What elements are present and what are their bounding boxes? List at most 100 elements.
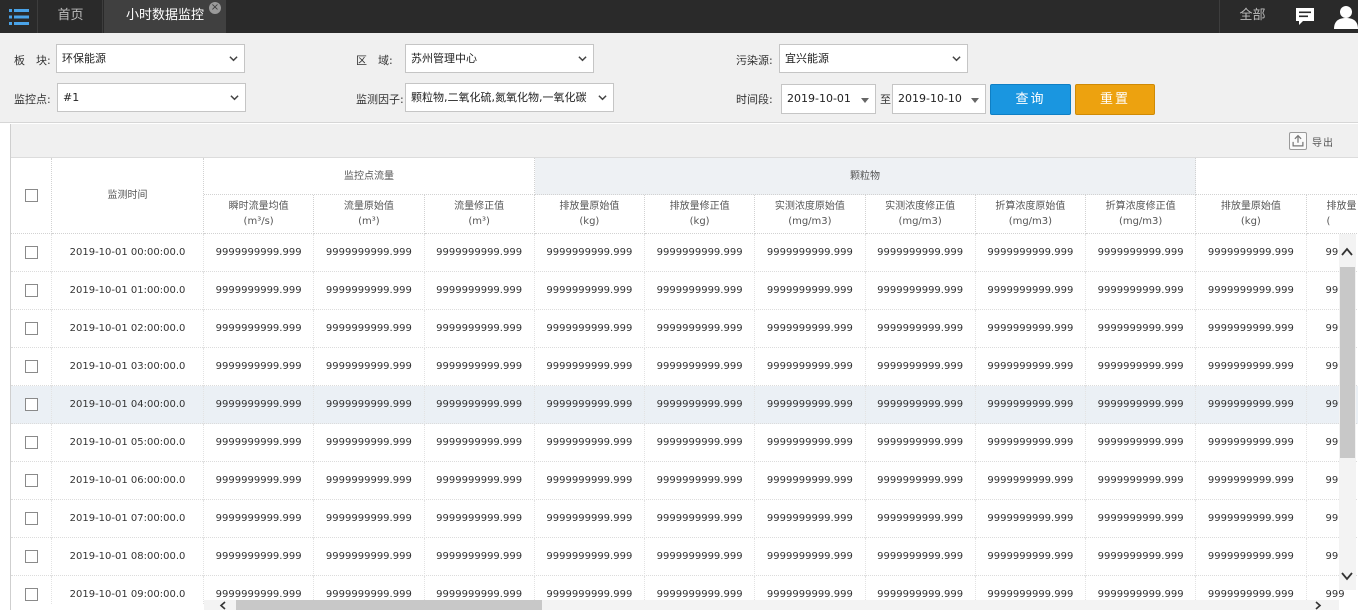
row-checkbox[interactable] bbox=[25, 550, 38, 563]
value-cell: 9999999999.999 bbox=[645, 538, 756, 576]
tab-hourly-monitor[interactable]: 小时数据监控 × bbox=[104, 0, 226, 33]
region-select[interactable]: 苏州管理中心 bbox=[405, 44, 594, 73]
table-row[interactable]: 2019-10-01 07:00:00.0 9999999999.999 99999… bbox=[11, 500, 1358, 538]
value-cell: 9999999999.999 bbox=[314, 310, 425, 348]
chevron-down-icon bbox=[230, 95, 239, 101]
vertical-scroll-thumb[interactable] bbox=[1340, 267, 1355, 458]
close-icon[interactable]: × bbox=[209, 2, 221, 14]
value-cell: 9999999999.999 bbox=[645, 500, 756, 538]
row-checkbox-cell bbox=[11, 462, 52, 500]
top-bar: 首页 小时数据监控 × 全部 bbox=[0, 0, 1358, 33]
value-cell: 9999999999.999 bbox=[755, 424, 866, 462]
value-cell: 9999999999.999 bbox=[425, 234, 535, 272]
row-checkbox[interactable] bbox=[25, 246, 38, 259]
table-row[interactable]: 2019-10-01 03:00:00.0 9999999999.999 99999… bbox=[11, 348, 1358, 386]
scroll-left-icon[interactable] bbox=[218, 601, 228, 610]
column-header-name: 实测浓度修正值 bbox=[885, 201, 956, 212]
point-select[interactable]: #1 bbox=[57, 83, 246, 112]
table-row[interactable]: 2019-10-01 05:00:00.0 9999999999.999 99999… bbox=[11, 424, 1358, 462]
factor-select[interactable]: 颗粒物,二氧化硫,氮氧化物,一氧化碳 bbox=[405, 83, 614, 112]
source-label: 污染源: bbox=[736, 54, 773, 67]
table-row[interactable]: 2019-10-01 02:00:00.0 9999999999.999 99999… bbox=[11, 310, 1358, 348]
select-all-checkbox[interactable] bbox=[24, 189, 38, 202]
time-cell: 2019-10-01 00:00:00.0 bbox=[52, 234, 204, 272]
value-cell: 9999999999.999 bbox=[425, 424, 535, 462]
board-label: 板 块: bbox=[14, 54, 51, 67]
value-cell: 9999999999.999 bbox=[204, 310, 315, 348]
value-cell: 9999999999.999 bbox=[755, 234, 866, 272]
board-select[interactable]: 环保能源 bbox=[56, 44, 245, 73]
value-cell: 9999999999.999 bbox=[1196, 424, 1307, 462]
row-checkbox[interactable] bbox=[25, 512, 38, 525]
scroll-down-icon[interactable] bbox=[1340, 570, 1354, 582]
value-cell: 9999999999.999 bbox=[1086, 310, 1197, 348]
value-cell: 9999999999.999 bbox=[535, 348, 645, 386]
chevron-down-icon bbox=[578, 56, 587, 62]
message-icon[interactable] bbox=[1295, 7, 1315, 26]
row-checkbox[interactable] bbox=[25, 436, 38, 449]
row-checkbox[interactable] bbox=[25, 398, 38, 411]
value-cell: 9999999999.999 bbox=[1086, 538, 1197, 576]
value-cell: 9999999999.999 bbox=[535, 386, 645, 424]
time-header: 监测时间 bbox=[52, 158, 204, 234]
horizontal-scroll-thumb[interactable] bbox=[236, 600, 542, 610]
table-row[interactable]: 2019-10-01 01:00:00.0 9999999999.999 99999… bbox=[11, 272, 1358, 310]
value-cell: 9999999999.999 bbox=[976, 234, 1086, 272]
time-cell: 2019-10-01 04:00:00.0 bbox=[52, 386, 204, 424]
value-cell: 9999999999.999 bbox=[866, 386, 976, 424]
value-cell: 9999999999.999 bbox=[204, 538, 315, 576]
value-cell: 9999999999.999 bbox=[755, 348, 866, 386]
value-cell: 9999999999.999 bbox=[425, 538, 535, 576]
list-menu-icon[interactable] bbox=[0, 0, 38, 33]
chevron-down-icon bbox=[598, 95, 607, 101]
tab-home[interactable]: 首页 bbox=[39, 0, 103, 33]
column-header: 折算浓度原始值 (mg/m3) bbox=[975, 195, 1086, 234]
all-button[interactable]: 全部 bbox=[1219, 0, 1285, 33]
value-cell: 9999999999.999 bbox=[1086, 386, 1197, 424]
column-header-unit: (kg) bbox=[1240, 216, 1261, 227]
date-from-input[interactable]: 2019-10-01 bbox=[781, 84, 876, 114]
row-checkbox[interactable] bbox=[25, 322, 38, 335]
value-cell: 9999999999.999 bbox=[1086, 500, 1197, 538]
value-cell: 9999999999.999 bbox=[314, 386, 425, 424]
table-row[interactable]: 2019-10-01 00:00:00.0 9999999999.999 99999… bbox=[11, 234, 1358, 272]
column-header-unit: (kg) bbox=[579, 216, 600, 227]
value-cell: 9999999999.999 bbox=[645, 234, 756, 272]
column-header-name: 流量修正值 bbox=[454, 201, 505, 212]
value-cell: 9999999999.999 bbox=[976, 272, 1086, 310]
row-checkbox[interactable] bbox=[25, 360, 38, 373]
value-cell: 9999999999.999 bbox=[535, 462, 645, 500]
column-header: 流量原始值 (m³) bbox=[314, 195, 425, 234]
export-button[interactable]: 导出 bbox=[1289, 132, 1334, 150]
value-cell: 9999999999.999 bbox=[204, 234, 315, 272]
row-checkbox-cell bbox=[11, 348, 52, 386]
export-label: 导出 bbox=[1312, 137, 1334, 149]
scroll-right-icon[interactable] bbox=[1313, 601, 1323, 610]
table-row[interactable]: 2019-10-01 04:00:00.0 9999999999.999 99999… bbox=[11, 386, 1358, 424]
column-header-name: 实测浓度原始值 bbox=[774, 201, 845, 212]
value-cell: 9999999999.999 bbox=[645, 272, 756, 310]
column-header-unit: (m³) bbox=[358, 216, 380, 227]
column-header-name: 排放量原始值 bbox=[559, 201, 620, 212]
table-row[interactable]: 2019-10-01 08:00:00.0 9999999999.999 99999… bbox=[11, 538, 1358, 576]
reset-button[interactable]: 重置 bbox=[1075, 84, 1155, 115]
time-cell: 2019-10-01 03:00:00.0 bbox=[52, 348, 204, 386]
value-cell: 9999999999.999 bbox=[755, 310, 866, 348]
value-cell: 9999999999.999 bbox=[535, 310, 645, 348]
user-icon[interactable] bbox=[1334, 5, 1358, 29]
source-select[interactable]: 宜兴能源 bbox=[779, 44, 968, 73]
value-cell: 9999999999.999 bbox=[866, 348, 976, 386]
value-cell: 9999999999.999 bbox=[755, 462, 866, 500]
scroll-up-icon[interactable] bbox=[1340, 246, 1354, 258]
table-row[interactable]: 2019-10-01 06:00:00.0 9999999999.999 99999… bbox=[11, 462, 1358, 500]
row-checkbox[interactable] bbox=[25, 588, 38, 601]
time-cell: 2019-10-01 02:00:00.0 bbox=[52, 310, 204, 348]
column-header: 排放量 ( bbox=[1306, 195, 1358, 234]
row-checkbox[interactable] bbox=[25, 474, 38, 487]
value-cell: 9999999999.999 bbox=[535, 272, 645, 310]
row-checkbox[interactable] bbox=[25, 284, 38, 297]
date-to-input[interactable]: 2019-10-10 bbox=[892, 84, 986, 114]
column-header-unit: (mg/m3) bbox=[788, 216, 832, 227]
value-cell: 9999999999.999 bbox=[866, 310, 976, 348]
query-button[interactable]: 查询 bbox=[990, 84, 1071, 115]
